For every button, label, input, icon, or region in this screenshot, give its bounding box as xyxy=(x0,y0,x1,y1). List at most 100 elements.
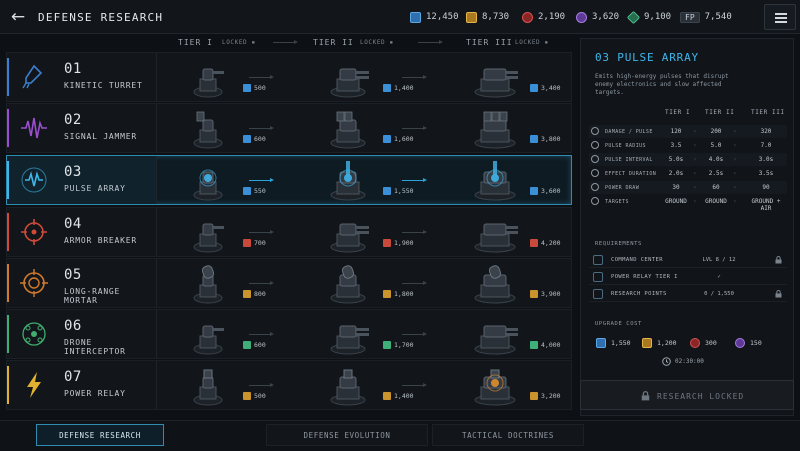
tab-defense-evolution[interactable]: DEFENSE EVOLUTION xyxy=(266,424,428,446)
row-name: PULSE ARRAY xyxy=(64,184,126,193)
ruby-icon xyxy=(690,338,700,348)
row-name: ARMOR BREAKER xyxy=(64,236,138,245)
upgrade-cost-label: UPGRADE COST xyxy=(595,321,642,327)
currency-credits[interactable]: 12,450 xyxy=(410,10,459,24)
cost-value: 600 xyxy=(254,341,266,349)
tier-cell[interactable]: 4,200 xyxy=(444,208,584,256)
tier-cell[interactable]: 500 xyxy=(157,361,297,409)
tier-cell[interactable]: 500 xyxy=(157,53,297,101)
research-row-kinetic-turret[interactable]: 01 KINETIC TURRET 500 1,400 3,400 xyxy=(6,52,572,102)
research-cost-icon xyxy=(530,290,538,298)
research-row-signal-jammer[interactable]: 02 SIGNAL JAMMER 600 1,600 3,800 xyxy=(6,103,572,153)
row-header[interactable]: 03 PULSE ARRAY xyxy=(7,156,157,204)
turret-image xyxy=(472,362,518,408)
clock-icon xyxy=(662,357,671,366)
turret-image xyxy=(472,311,521,357)
tier-progress-arrow xyxy=(249,332,274,336)
tier-3-lock-label: LOCKED ▪ xyxy=(515,39,549,46)
research-cost-icon xyxy=(530,84,538,92)
research-cost-icon xyxy=(383,187,391,195)
game-screen: ← DEFENSE RESEARCH 12,450 8,730 2,190 3,… xyxy=(0,0,800,451)
tier-cost: 3,400 xyxy=(530,84,561,92)
research-row-pulse-array[interactable]: 03 PULSE ARRAY 550 1,550 3,600 xyxy=(6,155,572,205)
cost-value: 550 xyxy=(254,187,266,195)
tier-3-header: TIER III xyxy=(466,38,513,47)
tier-progress-arrow xyxy=(402,230,427,234)
stat-label: POWER DRAW xyxy=(605,185,640,191)
stat-row: EFFECT DURATION 2.0s › 2.5s › 3.5s xyxy=(589,167,787,180)
tier-cell[interactable]: 3,900 xyxy=(444,259,584,307)
hamburger-icon-line xyxy=(775,21,787,23)
menu-button[interactable] xyxy=(764,4,796,30)
turret-image xyxy=(472,54,521,100)
power-icon xyxy=(591,183,599,191)
tier-cell[interactable]: 3,600 xyxy=(444,156,584,204)
tier-cell[interactable]: 550 xyxy=(157,156,297,204)
cost-value: 3,900 xyxy=(541,290,561,298)
tier-cell[interactable]: 3,200 xyxy=(444,361,584,409)
research-locked-button[interactable]: RESEARCH LOCKED xyxy=(580,380,794,410)
row-header[interactable]: 06 DRONE INTERCEPTOR xyxy=(7,310,157,358)
tier-cost: 700 xyxy=(243,239,266,247)
tier-cell[interactable]: 700 xyxy=(157,208,297,256)
row-header[interactable]: 01 KINETIC TURRET xyxy=(7,53,157,101)
tier-1-header: TIER I xyxy=(178,38,213,47)
requirement-row: COMMAND CENTER LVL 8 / 12 xyxy=(589,252,787,268)
row-header[interactable]: 04 ARMOR BREAKER xyxy=(7,208,157,256)
tier-progress-arrow xyxy=(249,126,274,130)
currency-gold[interactable]: 8,730 xyxy=(466,10,509,24)
stat-label: TARGETS xyxy=(605,199,629,205)
power-relay-icon xyxy=(593,272,603,282)
tier-cell[interactable]: 3,800 xyxy=(444,104,584,152)
research-points-icon xyxy=(593,289,603,299)
row-name: DRONE INTERCEPTOR xyxy=(64,338,126,356)
research-cost-icon xyxy=(383,239,391,247)
upgrade-cost-credits: 1,550 xyxy=(596,338,631,348)
back-arrow-icon[interactable]: ← xyxy=(8,8,28,26)
stat-value: 120 xyxy=(670,128,682,135)
timer-value: 02:30:00 xyxy=(675,358,704,365)
research-cost-icon xyxy=(243,239,251,247)
tier-cost: 800 xyxy=(243,290,266,298)
row-number: 06 xyxy=(64,318,82,334)
cost-value: 1,600 xyxy=(394,135,414,143)
tier-cell[interactable]: 3,400 xyxy=(444,53,584,101)
stat-value: 3.5s xyxy=(758,170,774,177)
currency-fp[interactable]: FP 7,540 xyxy=(680,10,732,24)
tier-cell[interactable]: 4,000 xyxy=(444,310,584,358)
row-accent-bar xyxy=(7,315,9,353)
stat-value: 60 xyxy=(712,184,720,191)
tier-progress-arrow xyxy=(402,178,427,182)
tab-tactical-doctrines[interactable]: TACTICAL DOCTRINES xyxy=(432,424,584,446)
currency-crystal[interactable]: 9,100 xyxy=(626,10,671,24)
row-number: 02 xyxy=(64,112,82,128)
row-header[interactable]: 07 POWER RELAY xyxy=(7,361,157,409)
tier-cost: 600 xyxy=(243,341,266,349)
tier-progress-arrow xyxy=(249,230,274,234)
row-header[interactable]: 05 LONG-RANGE MORTAR xyxy=(7,259,157,307)
research-row-long-range-mortar[interactable]: 05 LONG-RANGE MORTAR 800 1,800 3,900 xyxy=(6,258,572,308)
currency-orb[interactable]: 3,620 xyxy=(576,10,619,24)
currency-value: 8,730 xyxy=(482,12,510,22)
turret-image xyxy=(472,105,518,151)
research-row-drone-interceptor[interactable]: 06 DRONE INTERCEPTOR 600 1,700 4,000 xyxy=(6,309,572,359)
requirements-label: REQUIREMENTS xyxy=(595,241,642,247)
research-row-armor-breaker[interactable]: 04 ARMOR BREAKER 700 1,900 4,200 xyxy=(6,207,572,257)
currency-value: 12,450 xyxy=(426,12,459,22)
tier-cell[interactable]: 800 xyxy=(157,259,297,307)
requirement-value: 0 / 1,550 xyxy=(704,291,734,297)
stat-value: 320 xyxy=(760,128,772,135)
radius-icon xyxy=(591,141,599,149)
detail-description: Emits high-energy pulses that disrupt en… xyxy=(595,73,729,96)
research-row-power-relay[interactable]: 07 POWER RELAY 500 1,400 3,200 xyxy=(6,360,572,410)
currency-ruby[interactable]: 2,190 xyxy=(522,10,565,24)
tier-progress-arrow xyxy=(402,126,427,130)
tier-cell[interactable]: 600 xyxy=(157,310,297,358)
stat-separator: › xyxy=(693,142,697,149)
stat-value: 200 xyxy=(710,128,722,135)
tier-cell[interactable]: 600 xyxy=(157,104,297,152)
row-header[interactable]: 02 SIGNAL JAMMER xyxy=(7,104,157,152)
row-accent-bar xyxy=(7,213,9,251)
credits-icon xyxy=(596,338,606,348)
tab-defense-research[interactable]: DEFENSE RESEARCH xyxy=(36,424,164,446)
